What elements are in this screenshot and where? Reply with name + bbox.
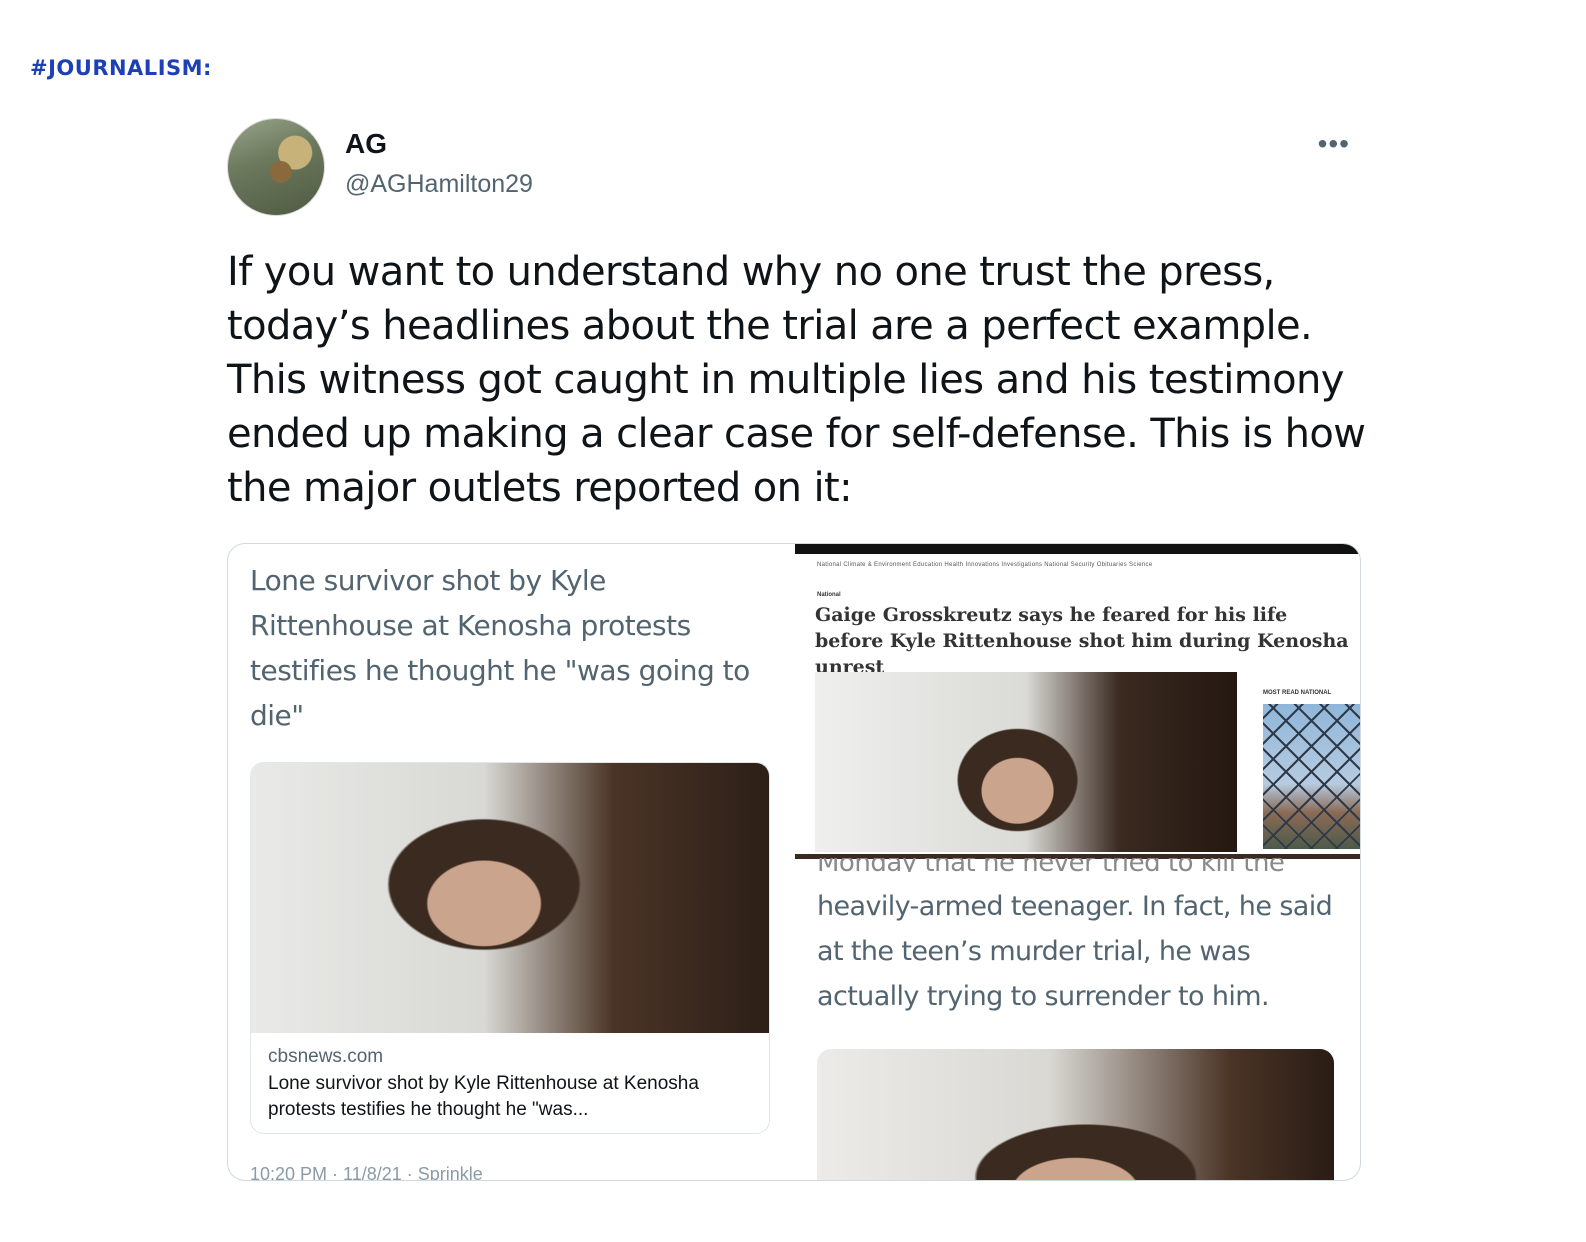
author-handle[interactable]: @AGHamilton29 [345, 170, 533, 199]
wapo-screenshot: National Climate & Environment Education… [795, 544, 1360, 1180]
tweet-media[interactable]: Lone survivor shot by Kyle Rittenhouse a… [227, 543, 1361, 1181]
wapo-nav: National Climate & Environment Education… [817, 562, 1153, 568]
avatar[interactable] [227, 118, 325, 216]
wapo-photo-2 [817, 1049, 1334, 1180]
wapo-side-photo [1263, 704, 1360, 849]
cbs-headline: Lone survivor shot by Kyle Rittenhouse a… [250, 564, 750, 732]
cbs-card-title: Lone survivor shot by Kyle Rittenhouse a… [268, 1073, 699, 1120]
author-name[interactable]: AG [345, 128, 387, 160]
wapo-side-label: MOST READ NATIONAL [1263, 690, 1332, 696]
wapo-photo [815, 672, 1237, 852]
wapo-body: heavily-armed teenager. In fact, he said… [817, 891, 1333, 1012]
tweet-card[interactable]: AG @AGHamilton29 ••• If you want to unde… [200, 100, 1390, 1210]
more-options-icon[interactable]: ••• [1318, 128, 1350, 160]
page-heading: #JOURNALISM: [30, 56, 212, 80]
wapo-headline: Gaige Grosskreutz says he feared for his… [815, 604, 1349, 678]
wapo-kicker: National [817, 592, 841, 598]
wapo-cut-line: Monday that he never tried to kill the [817, 858, 1284, 872]
tweet-timestamp: 10:20 PM · 11/8/21 · Sprinkle [250, 1164, 483, 1181]
cbs-domain: cbsnews.com [268, 1046, 384, 1067]
cbs-screenshot: Lone survivor shot by Kyle Rittenhouse a… [228, 544, 788, 1180]
cbs-photo [251, 763, 769, 1033]
wapo-top-bar [795, 544, 1360, 554]
cbs-link-card[interactable]: cbsnews.com Lone survivor shot by Kyle R… [250, 762, 770, 1134]
tweet-text: If you want to understand why no one tru… [227, 249, 1366, 511]
